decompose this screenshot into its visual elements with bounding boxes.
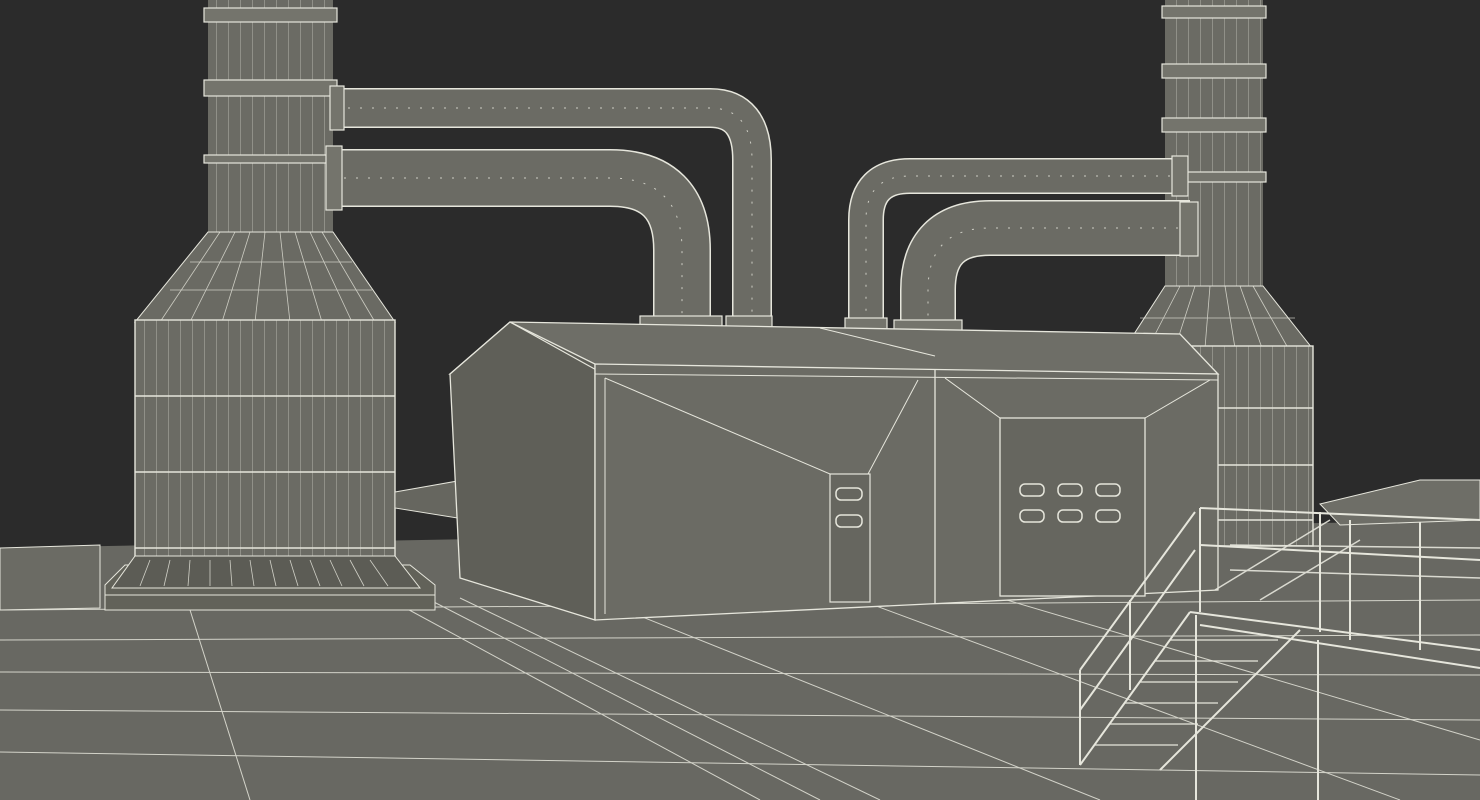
industrial-plant-scene (0, 0, 1480, 800)
garage-door (999, 417, 1146, 597)
central-building (448, 321, 1220, 621)
